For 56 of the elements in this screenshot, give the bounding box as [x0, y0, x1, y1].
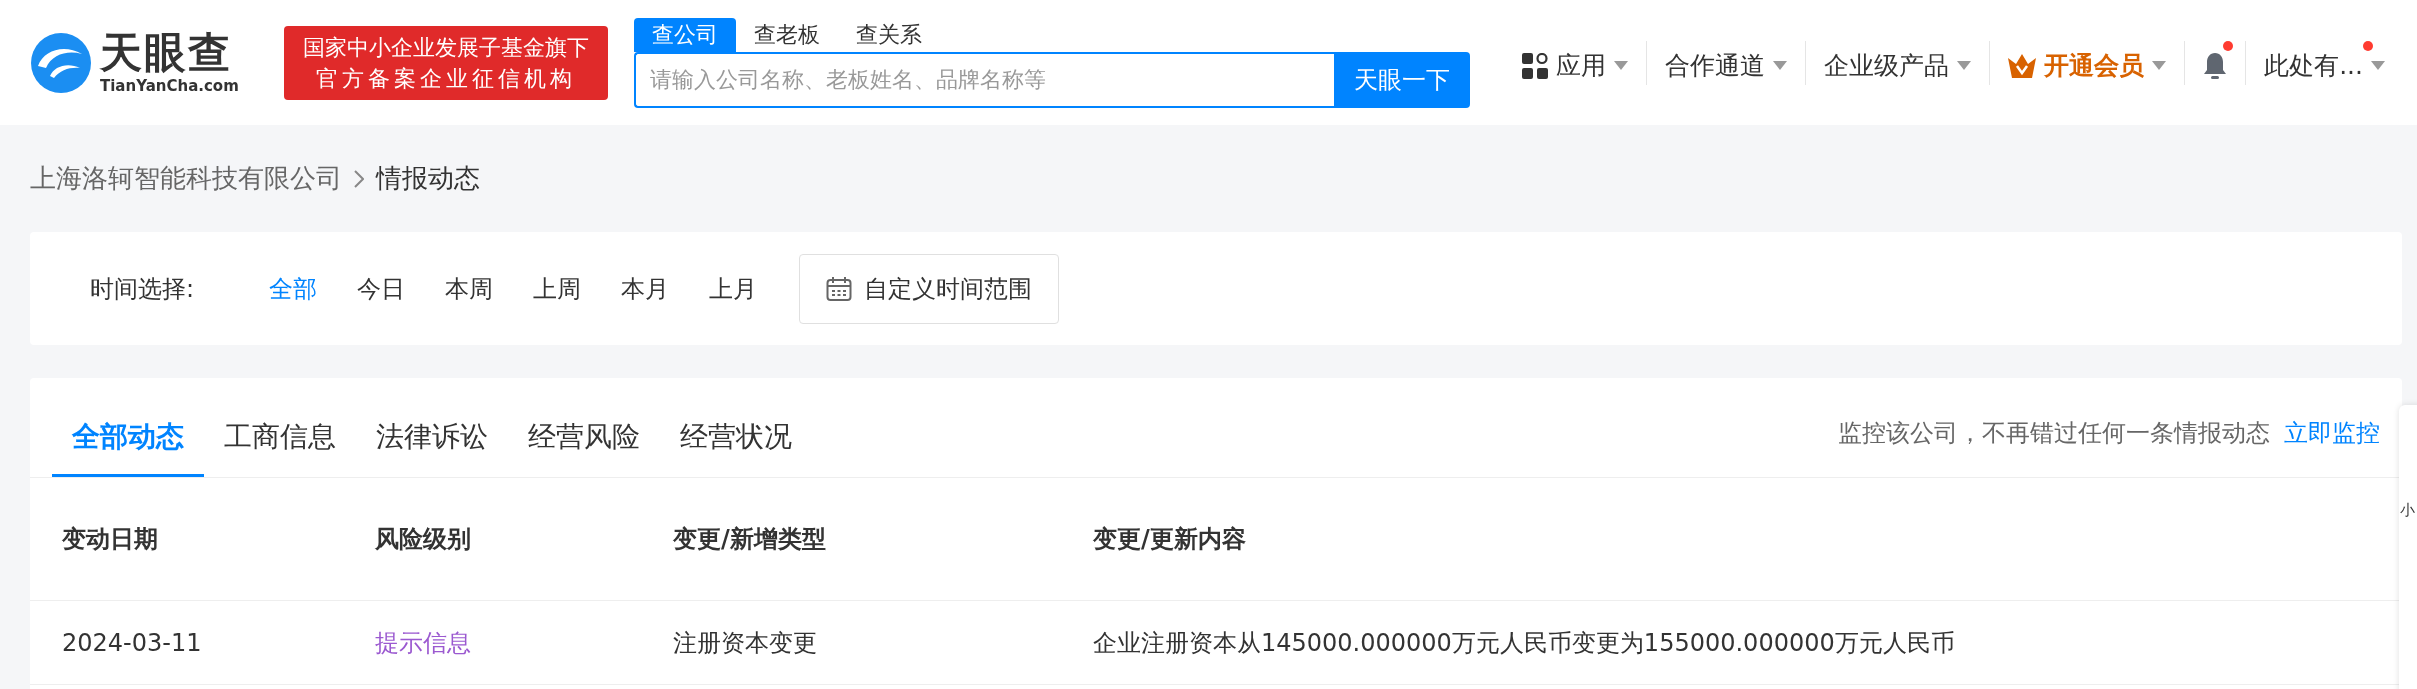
badge-text: 国家中小企业发展子基金旗下: [303, 33, 589, 62]
time-option[interactable]: 上周: [533, 272, 582, 305]
time-option[interactable]: 全部: [269, 272, 318, 305]
search-tab[interactable]: 查公司: [634, 17, 736, 52]
apps-icon: [1522, 52, 1549, 79]
bell-icon: [2203, 50, 2228, 81]
time-option[interactable]: 今日: [357, 272, 406, 305]
search-tab[interactable]: 查老板: [736, 17, 838, 52]
custom-range-button[interactable]: 自定义时间范围: [799, 253, 1060, 324]
category-tab[interactable]: 经营状况: [660, 418, 812, 477]
caret-icon: [1957, 61, 1972, 70]
risk-level: 提示信息: [375, 627, 472, 659]
logo-name: 天眼查: [100, 30, 233, 77]
search-button[interactable]: 天眼一下: [1334, 51, 1470, 108]
column-header: 风险级别: [375, 524, 472, 555]
caret-icon: [2371, 61, 2385, 70]
logo-icon: [30, 31, 92, 94]
search-tab[interactable]: 查关系: [838, 17, 940, 52]
category-tab[interactable]: 全部动态: [52, 418, 204, 477]
crown-icon: [2008, 53, 2037, 78]
nav-item[interactable]: 开通会员: [1989, 40, 2185, 85]
category-tab[interactable]: 法律诉讼: [356, 418, 508, 477]
table-cell-text: 2024-03-11: [62, 628, 203, 657]
nav-label: 此处有...: [2264, 50, 2363, 82]
nav-item[interactable]: 应用: [1504, 40, 1647, 85]
column-header: 变更/新增类型: [673, 524, 827, 555]
time-option[interactable]: 上月: [709, 272, 758, 305]
monitor-link[interactable]: 立即监控: [2284, 417, 2380, 449]
filter-label: 时间选择:: [90, 273, 195, 305]
side-panel-label[interactable]: 小: [2400, 501, 2415, 520]
nav-label: 合作通道: [1665, 50, 1766, 82]
nav-item[interactable]: 此处有...: [2245, 40, 2403, 85]
caret-icon: [1773, 61, 1788, 70]
search-field[interactable]: 请输入公司名称、老板姓名、品牌名称等: [634, 51, 1334, 108]
caret-icon: [2152, 61, 2167, 70]
table-cell-text: 企业注册资本从145000.000000万元人民币变更为155000.000000万元人民币: [1093, 627, 1956, 659]
column-header: 变更/更新内容: [1093, 524, 1247, 555]
nav-label: 开通会员: [2044, 50, 2145, 82]
column-header: 变动日期: [62, 524, 159, 555]
time-option[interactable]: 本月: [621, 272, 670, 305]
nav-label: 应用: [1556, 50, 1607, 82]
caret-icon: [1614, 61, 1629, 70]
breadcrumb-item[interactable]: 情报动态: [376, 161, 480, 196]
nav-item[interactable]: 企业级产品: [1805, 40, 1990, 85]
nav-label: 企业级产品: [1824, 50, 1950, 82]
nav-item[interactable]: 合作通道: [1646, 40, 1806, 85]
badge-text: 官方备案企业征信机构: [316, 64, 576, 93]
breadcrumb-item[interactable]: 上海洛轲智能科技有限公司: [30, 161, 342, 196]
table-cell-text: 注册资本变更: [673, 627, 818, 659]
category-tab[interactable]: 工商信息: [204, 418, 356, 477]
category-tab[interactable]: 经营风险: [508, 418, 660, 477]
monitor-text: 监控该公司，不再错过任何一条情报动态: [1838, 418, 2270, 449]
time-option[interactable]: 本周: [445, 272, 494, 305]
calendar-icon: [826, 275, 853, 302]
chevron-right-icon: [354, 169, 364, 188]
logo-domain: TianYanCha.com: [100, 76, 239, 95]
